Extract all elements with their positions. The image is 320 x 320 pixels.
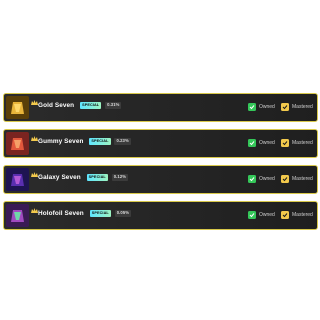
mastered-checkbox[interactable]: Mastered xyxy=(281,211,313,219)
list-item-holofoil-seven[interactable]: Holofoil Seven SPECIAL 0.05% Owned Maste… xyxy=(3,201,318,230)
check-icon xyxy=(248,103,256,111)
special-badge: SPECIAL xyxy=(80,102,102,109)
item-name: Gold Seven xyxy=(38,102,75,109)
special-badge: SPECIAL xyxy=(86,174,108,181)
holofoil-seven-thumbnail xyxy=(6,204,29,227)
list-item-gummy-seven[interactable]: Gummy Seven SPECIAL 0.23% Owned Mastered xyxy=(3,129,318,158)
list-item-gold-seven[interactable]: Gold Seven SPECIAL 0.31% Owned Mastered xyxy=(3,93,318,122)
rarity-percent: 0.12% xyxy=(111,174,129,181)
check-icon xyxy=(281,139,289,147)
owned-label: Owned xyxy=(259,140,275,146)
crown-icon xyxy=(31,201,38,219)
check-icon xyxy=(248,175,256,183)
crown-icon xyxy=(31,129,38,147)
special-badge: SPECIAL xyxy=(89,210,111,217)
list-item-galaxy-seven[interactable]: Galaxy Seven SPECIAL 0.12% Owned Mastere… xyxy=(3,165,318,194)
item-name-row: Gold Seven SPECIAL 0.31% xyxy=(38,102,122,109)
item-name: Gummy Seven xyxy=(38,138,84,145)
owned-checkbox[interactable]: Owned xyxy=(248,139,275,147)
item-list: Gold Seven SPECIAL 0.31% Owned Mastered xyxy=(3,93,318,237)
item-name-row: Holofoil Seven SPECIAL 0.05% xyxy=(38,210,132,217)
owned-checkbox[interactable]: Owned xyxy=(248,103,275,111)
check-icon xyxy=(281,211,289,219)
mastered-label: Mastered xyxy=(292,104,313,110)
owned-checkbox[interactable]: Owned xyxy=(248,211,275,219)
owned-label: Owned xyxy=(259,176,275,182)
check-icon xyxy=(248,139,256,147)
special-badge: SPECIAL xyxy=(89,138,111,145)
galaxy-seven-thumbnail xyxy=(6,168,29,191)
owned-checkbox[interactable]: Owned xyxy=(248,175,275,183)
rarity-percent: 0.23% xyxy=(114,138,131,145)
mastered-checkbox[interactable]: Mastered xyxy=(281,175,313,183)
check-icon xyxy=(281,103,289,111)
owned-label: Owned xyxy=(259,212,275,218)
mastered-label: Mastered xyxy=(292,212,313,218)
item-name-row: Gummy Seven SPECIAL 0.23% xyxy=(38,138,131,145)
mastered-checkbox[interactable]: Mastered xyxy=(281,139,313,147)
mastered-label: Mastered xyxy=(292,140,313,146)
item-name-row: Galaxy Seven SPECIAL 0.12% xyxy=(38,174,129,181)
rarity-percent: 0.31% xyxy=(105,102,122,109)
crown-icon xyxy=(31,165,38,183)
mastered-checkbox[interactable]: Mastered xyxy=(281,103,313,111)
item-name: Holofoil Seven xyxy=(38,210,84,217)
gold-seven-thumbnail xyxy=(6,96,29,119)
check-icon xyxy=(281,175,289,183)
item-name: Galaxy Seven xyxy=(38,174,81,181)
crown-icon xyxy=(31,93,38,111)
mastered-label: Mastered xyxy=(292,176,313,182)
rarity-percent: 0.05% xyxy=(114,210,132,217)
gummy-seven-thumbnail xyxy=(6,132,29,155)
check-icon xyxy=(248,211,256,219)
owned-label: Owned xyxy=(259,104,275,110)
